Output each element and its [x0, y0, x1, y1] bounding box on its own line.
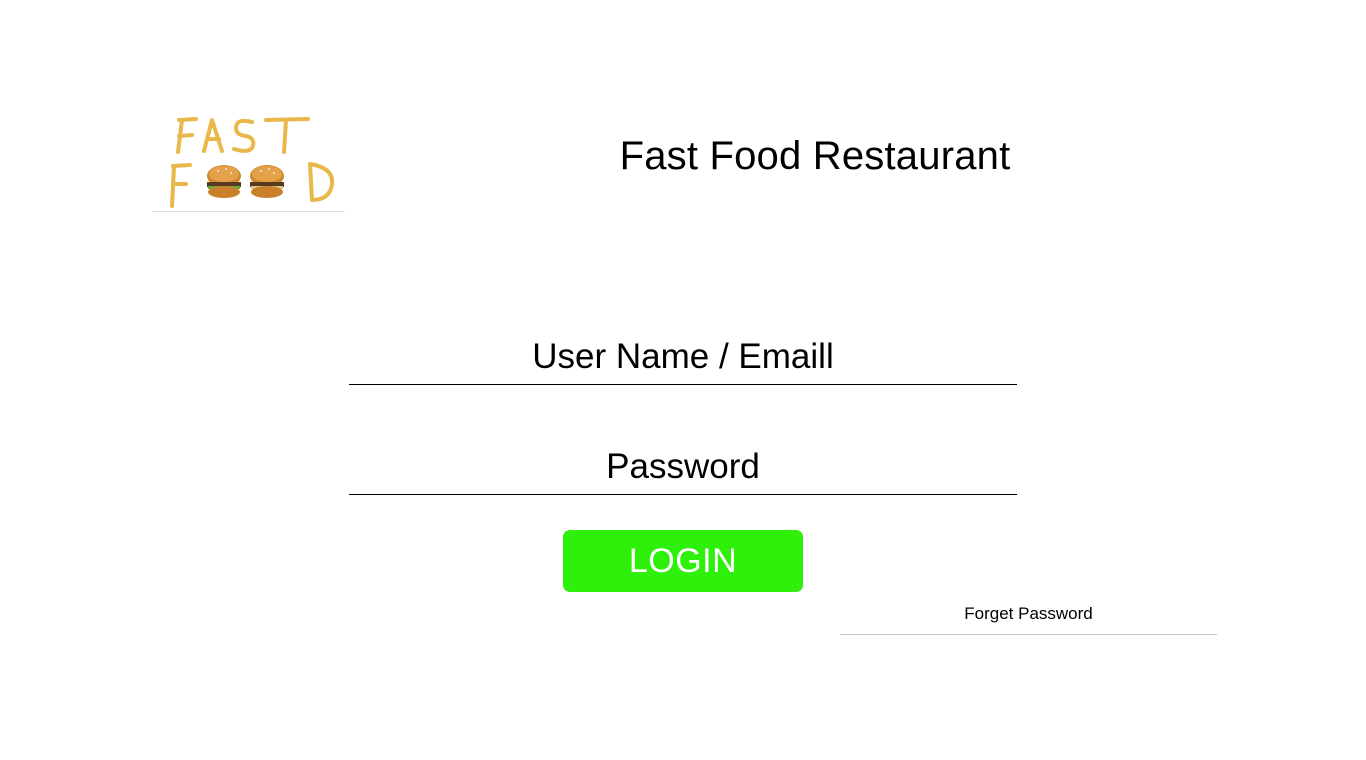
login-button[interactable]: LOGIN — [563, 530, 803, 592]
login-page: Fast Food Restaurant LOGIN Forget Passwo… — [0, 0, 1366, 760]
fast-food-logo-icon — [170, 117, 335, 208]
burger-icon — [250, 165, 284, 198]
burger-icon — [207, 165, 241, 198]
fast-food-logo — [152, 108, 345, 212]
password-input[interactable] — [349, 439, 1017, 495]
page-title: Fast Food Restaurant — [619, 134, 1011, 178]
forget-password-link[interactable]: Forget Password — [840, 600, 1217, 635]
username-email-input[interactable] — [349, 329, 1017, 385]
